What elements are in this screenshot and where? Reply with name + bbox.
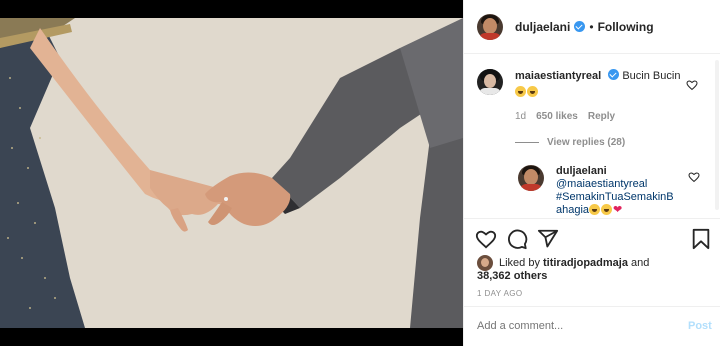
post-side-panel: duljaelani • Following maiaestiantyreal … [463,0,720,346]
post-header: duljaelani • Following [464,0,720,54]
replies-divider [515,142,539,143]
verified-badge-icon [574,21,586,32]
liked-by: Liked by titiradjopadmaja and [477,255,649,271]
comments-scrollbar[interactable] [715,60,719,210]
reply-like-heart-icon[interactable] [688,171,700,183]
verified-badge-icon [608,69,620,80]
separator-dot: • [589,19,594,34]
reply-mention[interactable]: @maiaestiantyreal [556,178,674,191]
comment-body: maiaestiantyreal Bucin Bucin [515,69,687,99]
grinning-squint-face-icon [601,204,613,215]
reply-username[interactable]: duljaelani [556,165,674,178]
comment-age: 1d [515,111,527,122]
liker-username[interactable]: titiradjopadmaja [543,257,628,269]
comment-icon[interactable] [506,228,528,250]
view-replies-button[interactable]: View replies (28) [515,137,625,148]
likes-count-number[interactable]: 38,362 [477,270,511,282]
post-photo[interactable] [0,18,463,328]
commenter-avatar[interactable] [477,69,503,95]
reply-body: duljaelani @maiaestiantyreal #SemakinTua… [556,165,674,217]
comments-list[interactable]: maiaestiantyreal Bucin Bucin 1d 650 likes… [464,55,720,217]
liked-by-prefix: Liked by [499,257,540,269]
grinning-squint-face-icon [527,86,538,97]
post-timestamp[interactable]: 1 DAY AGO [477,289,523,298]
grinning-squint-face-icon [589,204,601,215]
following-button[interactable]: Following [598,20,654,34]
comment-text: Bucin Bucin [622,70,681,82]
reply-button[interactable]: Reply [588,111,615,122]
heart-icon[interactable] [475,228,497,250]
author-username[interactable]: duljaelani [515,20,570,34]
comment-likes[interactable]: 650 likes [536,111,578,122]
instagram-post-modal: duljaelani • Following maiaestiantyreal … [0,0,720,346]
view-replies-label: View replies (28) [547,137,626,148]
reply-hashtag[interactable]: #SemakinTuaSemakinBahagia ❤ [556,191,674,217]
post-button[interactable]: Post [688,320,712,332]
share-icon[interactable] [537,228,559,250]
comment-meta: 1d 650 likes Reply [515,111,615,122]
red-heart-icon: ❤ [613,204,623,216]
bookmark-icon[interactable] [690,228,712,250]
liker-avatar[interactable] [477,255,493,271]
liked-by-suffix: and [630,257,650,269]
comment-username[interactable]: maiaestiantyreal [515,70,601,82]
comment-like-heart-icon[interactable] [686,79,698,91]
grinning-squint-face-icon [515,86,526,97]
reply-avatar[interactable] [518,165,544,191]
photo-hands-holding [0,18,463,328]
likes-count-suffix[interactable]: others [514,270,548,282]
add-comment-bar: Post [464,306,720,346]
author-avatar[interactable] [477,13,503,40]
post-actions: Liked by titiradjopadmaja and 38,362 oth… [464,218,720,306]
likes-count[interactable]: 38,362 others [477,270,547,282]
comment-input[interactable] [477,320,667,332]
